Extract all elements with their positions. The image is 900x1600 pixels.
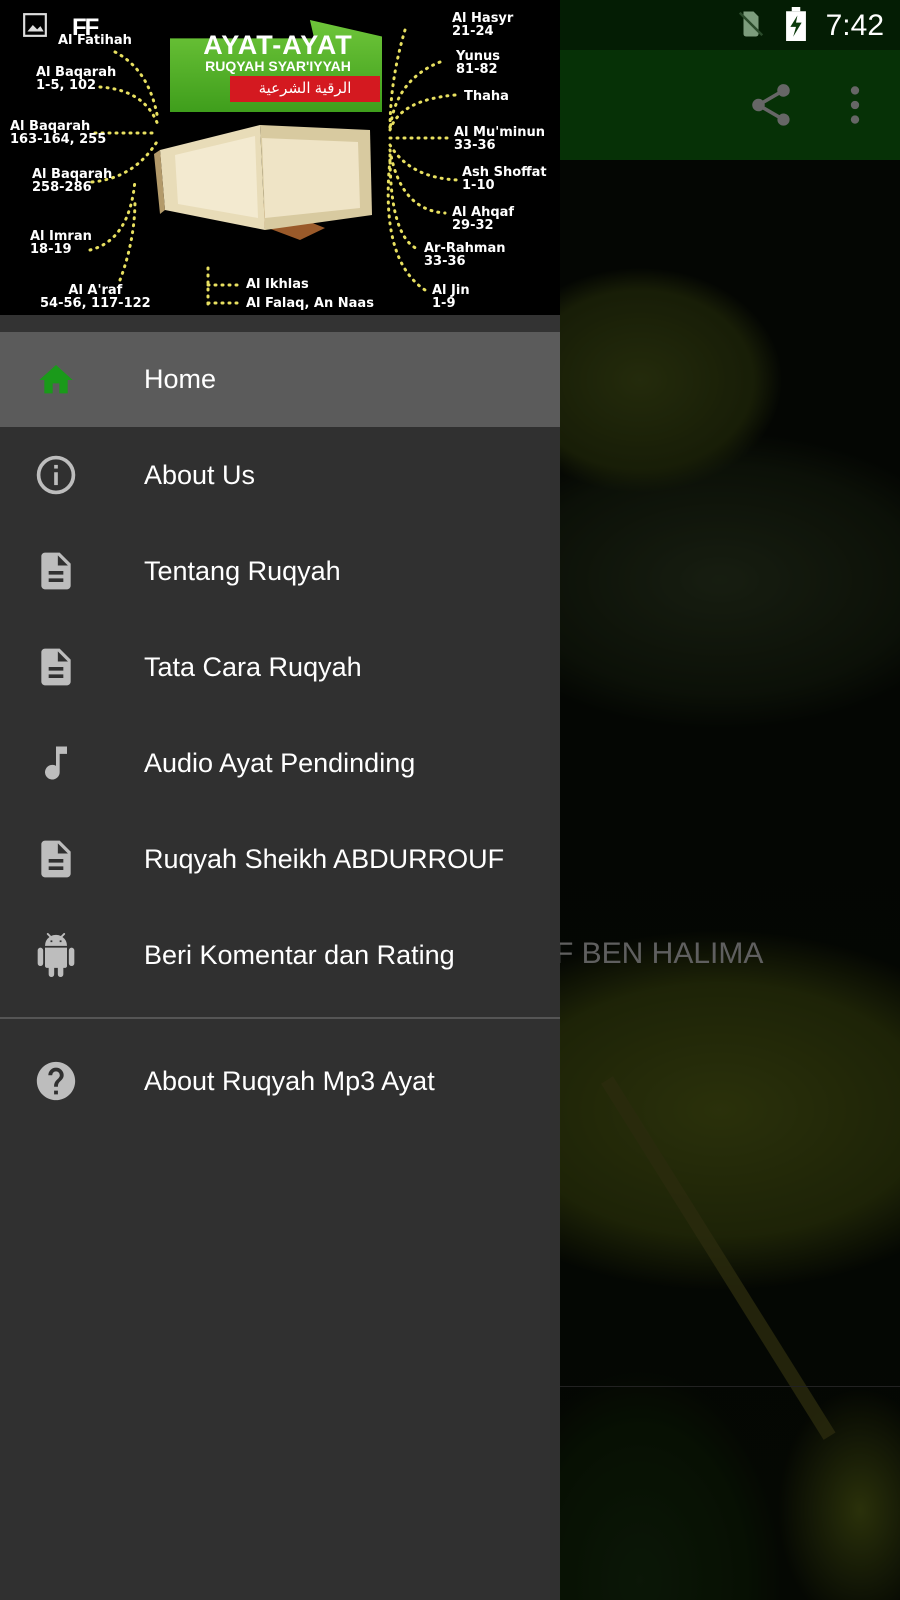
verse-label: Yunus 81-82 bbox=[456, 49, 500, 77]
verse-label: Al Mu'minun 33-36 bbox=[454, 125, 545, 153]
home-icon bbox=[32, 356, 80, 404]
quran-book-illustration bbox=[154, 125, 372, 240]
menu-item-tata-cara-ruqyah[interactable]: Tata Cara Ruqyah bbox=[0, 619, 560, 715]
verse-label: Al Baqarah 258-286 bbox=[32, 167, 113, 195]
menu-item-tentang-ruqyah[interactable]: Tentang Ruqyah bbox=[0, 523, 560, 619]
verse-label: Al Baqarah 1-5, 102 bbox=[36, 65, 117, 93]
status-time: 7:42 bbox=[825, 9, 884, 42]
verse-label: Al Hasyr 21-24 bbox=[452, 11, 514, 39]
banner-title: AYAT-AYAT bbox=[203, 30, 353, 60]
info-icon bbox=[32, 451, 80, 499]
header-spacer bbox=[0, 315, 560, 332]
banner-arabic: الرقية الشرعية bbox=[230, 76, 380, 102]
document-icon bbox=[32, 643, 80, 691]
status-bar-right: 7:42 bbox=[736, 6, 884, 46]
menu-item-label: Beri Komentar dan Rating bbox=[144, 939, 455, 970]
verse-label: Al Imran 18-19 bbox=[30, 229, 92, 257]
menu-item-beri-komentar[interactable]: Beri Komentar dan Rating bbox=[0, 907, 560, 1003]
menu-item-home[interactable]: Home bbox=[0, 332, 560, 427]
menu-item-ruqyah-sheikh-abdurrouf[interactable]: Ruqyah Sheikh ABDURROUF bbox=[0, 811, 560, 907]
verse-label: Ash Shoffat 1-10 bbox=[462, 165, 547, 193]
menu-item-label: About Us bbox=[144, 459, 256, 490]
android-icon bbox=[32, 931, 80, 979]
menu-item-label: About Ruqyah Mp3 Ayat bbox=[144, 1065, 435, 1096]
menu-item-label: Home bbox=[144, 364, 217, 394]
menu-item-about-us[interactable]: About Us bbox=[0, 427, 560, 523]
drawer-header-image: FF AYAT-AYAT RUQYAH SYAR'IYYAH الرقية ال… bbox=[0, 0, 560, 315]
battery-charging-icon bbox=[785, 6, 806, 46]
verse-label: Al A'raf 54-56, 117-122 bbox=[40, 283, 151, 311]
no-sim-icon bbox=[736, 9, 766, 44]
document-icon bbox=[32, 547, 80, 595]
verse-label: Al Ahqaf 29-32 bbox=[452, 205, 515, 233]
help-icon bbox=[32, 1057, 80, 1105]
verse-label: Al Baqarah 163-164, 255 bbox=[10, 119, 107, 147]
drawer-menu: Home About Us Tentang Ruqyah Tata Cara R… bbox=[0, 332, 560, 1129]
document-icon bbox=[32, 835, 80, 883]
menu-item-label: Tentang Ruqyah bbox=[144, 555, 341, 586]
verse-label: Thaha bbox=[464, 89, 509, 104]
menu-item-label: Audio Ayat Pendinding bbox=[144, 747, 416, 778]
navigation-drawer: FF AYAT-AYAT RUQYAH SYAR'IYYAH الرقية ال… bbox=[0, 0, 560, 1600]
menu-divider bbox=[0, 1017, 560, 1019]
verse-label: Ar-Rahman 33-36 bbox=[424, 241, 506, 269]
menu-item-about-app[interactable]: About Ruqyah Mp3 Ayat bbox=[0, 1033, 560, 1129]
music-note-icon bbox=[32, 739, 80, 787]
menu-item-label: Tata Cara Ruqyah bbox=[144, 651, 362, 682]
verse-label: Al Ikhlas bbox=[246, 277, 309, 292]
verse-label: Al Jin 1-9 bbox=[432, 283, 470, 311]
verse-label: Al Falaq, An Naas bbox=[246, 296, 374, 311]
image-notification-icon bbox=[22, 12, 48, 43]
verse-label: Al Fatihah bbox=[58, 33, 132, 48]
banner-subtitle: RUQYAH SYAR'IYYAH bbox=[205, 58, 351, 74]
menu-item-label: Ruqyah Sheikh ABDURROUF bbox=[144, 843, 505, 874]
menu-item-audio-ayat-pendinding[interactable]: Audio Ayat Pendinding bbox=[0, 715, 560, 811]
